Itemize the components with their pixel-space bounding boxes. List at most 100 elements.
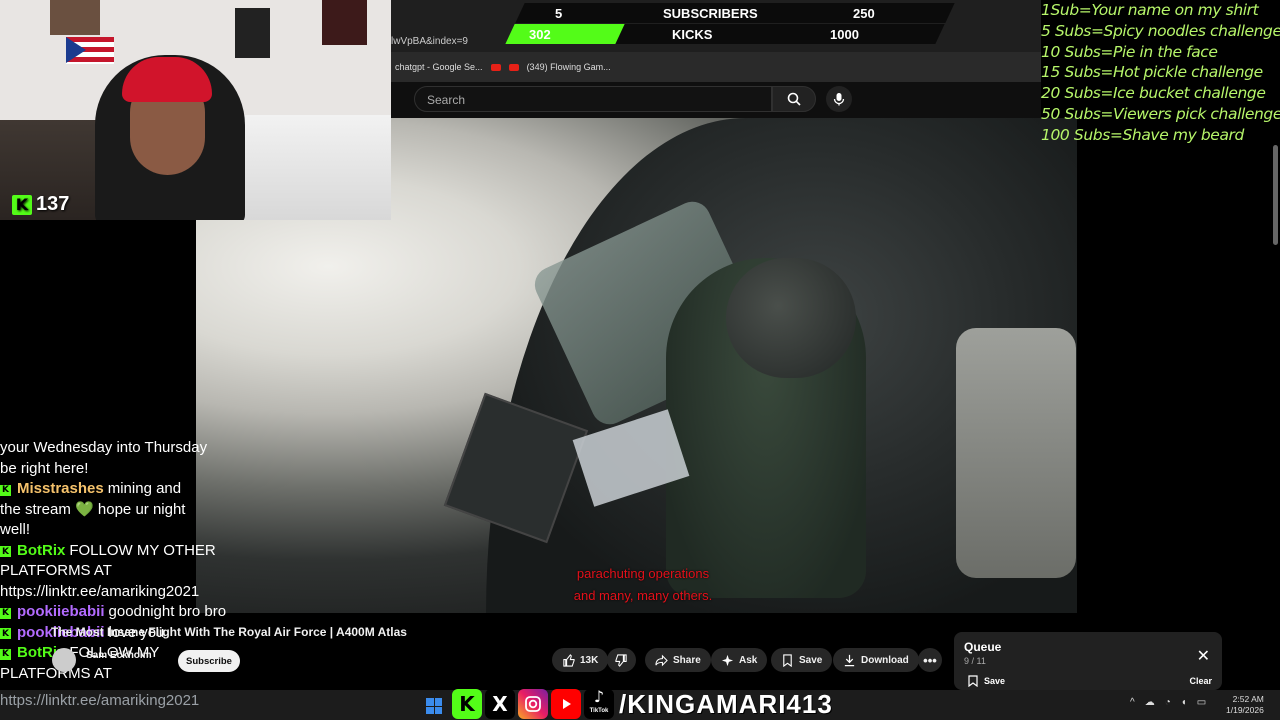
save-button[interactable]: Save <box>771 648 833 672</box>
taskbar-clock[interactable]: 2:52 AM 1/19/2026 <box>1226 694 1264 716</box>
ask-label: Ask <box>739 654 758 666</box>
kick-icon: K <box>452 689 482 719</box>
kick-logo-icon: K <box>0 607 11 619</box>
sub-goal-item: 5 Subs=Spicy noodles challenge <box>1041 21 1280 40</box>
search-input[interactable]: Search <box>414 86 772 112</box>
channel-avatar[interactable] <box>52 648 76 672</box>
chat-message: well! <box>0 520 270 541</box>
stream-goal-bar: 5 SUBSCRIBERS 250 302 KICKS 1000 <box>480 0 955 44</box>
channel-name[interactable]: Sam Eckholm <box>86 650 152 661</box>
chevron-up-icon[interactable]: ^ <box>1130 697 1135 708</box>
download-icon <box>844 654 855 666</box>
clock-date: 1/19/2026 <box>1226 705 1264 715</box>
youtube-icon <box>490 63 501 71</box>
chat-text: goodnight bro bro <box>108 603 227 620</box>
queue-clear-button[interactable]: Clear <box>1189 676 1212 686</box>
like-count: 13K <box>580 654 599 666</box>
queue-title: Queue <box>964 640 1002 654</box>
bookmark-chatgpt[interactable]: chatgpt - Google Se... <box>395 62 483 72</box>
clock-time: 2:52 AM <box>1232 694 1264 704</box>
kick-logo-icon: K <box>0 484 11 496</box>
chat-message: the stream 💚 hope ur night <box>0 500 270 521</box>
wifi-icon[interactable]: ◔ <box>1165 697 1171 708</box>
sub-goal-item: 50 Subs=Viewers pick challenge <box>1041 104 1280 123</box>
download-button[interactable]: Download <box>833 648 919 672</box>
thumbs-up-icon <box>563 653 575 667</box>
sub-goal-item: 100 Subs=Shave my beard <box>1041 125 1244 144</box>
chat-text: FOLLOW MY OTHER <box>69 541 216 559</box>
green-heart-icon: 💚 <box>75 500 94 518</box>
like-button[interactable]: 13K <box>552 648 609 672</box>
social-handle-overlay: K X ♪ TikTok /KINGAMARI413 <box>452 688 833 720</box>
kicks-label: KICKS <box>672 27 713 42</box>
chat-message: https://linktr.ee/amariking2021 <box>0 582 270 603</box>
chat-message: Kpookiiebabii goodnight bro bro <box>0 602 270 623</box>
video-title[interactable]: The Most Insane Flight With The Royal Ai… <box>51 625 407 639</box>
chat-text: https://linktr.ee/amariking2021 <box>0 582 200 600</box>
queue-save-button[interactable]: Save <box>968 675 1005 687</box>
bookmark-icon <box>783 653 792 667</box>
x-icon: X <box>485 689 515 719</box>
share-label: Share <box>673 654 701 666</box>
chat-username: pookiiebabii <box>17 603 105 620</box>
sub-goal-item: 20 Subs=Ice bucket challenge <box>1041 84 1266 103</box>
bookmark-icon <box>968 675 978 687</box>
tiktok-label: TikTok <box>589 708 609 714</box>
chat-text: hope ur night <box>97 500 186 518</box>
chat-message: K Misstrashes mining and <box>0 479 270 500</box>
tray-app-icon[interactable]: ☁ <box>1145 697 1155 708</box>
thumbs-down-icon <box>615 653 627 667</box>
streamer-handle: /KINGAMARI413 <box>619 688 833 719</box>
download-label: Download <box>861 654 909 666</box>
chat-message: be right here! <box>0 459 270 480</box>
chat-text: be right here! <box>0 459 89 477</box>
wall-poster <box>322 0 367 45</box>
battery-icon[interactable]: ▭ <box>1197 697 1206 708</box>
chat-text: PLATFORMS AT <box>0 562 112 579</box>
share-button[interactable]: Share <box>645 648 711 672</box>
chat-message: your Wednesday into Thursday <box>0 438 270 459</box>
system-tray: ^ ☁ ◔ ◖ ▭ <box>1130 697 1206 708</box>
subscribers-current: 5 <box>555 6 563 21</box>
sparkle-icon <box>721 654 734 666</box>
close-icon[interactable]: ✕ <box>1197 646 1210 666</box>
bookmark-flowing-games[interactable]: (349) Flowing Gam... <box>527 62 611 72</box>
search-button[interactable] <box>772 86 816 112</box>
chat-message: K BotRix FOLLOW MY OTHER <box>0 541 270 562</box>
windows-start-icon[interactable] <box>426 698 442 714</box>
chat-overlay: your Wednesday into Thursday be right he… <box>0 438 270 684</box>
kick-logo-icon: K <box>0 648 11 660</box>
subscribers-goal: 250 <box>853 6 875 21</box>
share-icon <box>655 654 668 666</box>
flag-image <box>66 37 114 64</box>
sub-goal-item: 15 Subs=Hot pickle challenge <box>1041 63 1263 82</box>
page-scrollbar[interactable] <box>1273 145 1278 245</box>
video-frame-helmet <box>726 258 856 378</box>
chat-text: mining and <box>107 480 182 497</box>
voice-search-button[interactable] <box>826 86 852 112</box>
wall-poster <box>235 8 270 58</box>
subscribers-label: SUBSCRIBERS <box>663 6 758 21</box>
save-label: Save <box>799 654 823 666</box>
queue-save-label: Save <box>984 676 1006 686</box>
subscribe-button[interactable]: Subscribe <box>178 650 240 672</box>
viewer-count: K 137 <box>12 193 69 216</box>
instagram-icon <box>518 689 548 719</box>
kicks-goal: 1000 <box>830 27 859 42</box>
kick-logo-icon: K <box>0 628 11 640</box>
dislike-button[interactable] <box>607 648 636 672</box>
url-fragment[interactable]: lwVpBA&index=9 <box>391 36 468 47</box>
kicks-goal-fill <box>505 24 625 44</box>
more-actions-button[interactable]: ••• <box>918 648 942 672</box>
kick-logo-icon: K <box>0 546 11 558</box>
more-icon: ••• <box>923 652 937 668</box>
wall-poster <box>50 0 100 35</box>
search-icon <box>787 92 801 106</box>
tiktok-icon: ♪ TikTok <box>584 689 614 719</box>
subtitle-line: parachuting operations <box>576 566 710 581</box>
speaker-icon[interactable]: ◖ <box>1181 697 1187 708</box>
chat-text: the stream <box>0 500 71 518</box>
ask-button[interactable]: Ask <box>711 648 768 672</box>
chat-text: your Wednesday into Thursday <box>0 439 208 456</box>
subtitle-line: and many, many others. <box>573 588 713 603</box>
